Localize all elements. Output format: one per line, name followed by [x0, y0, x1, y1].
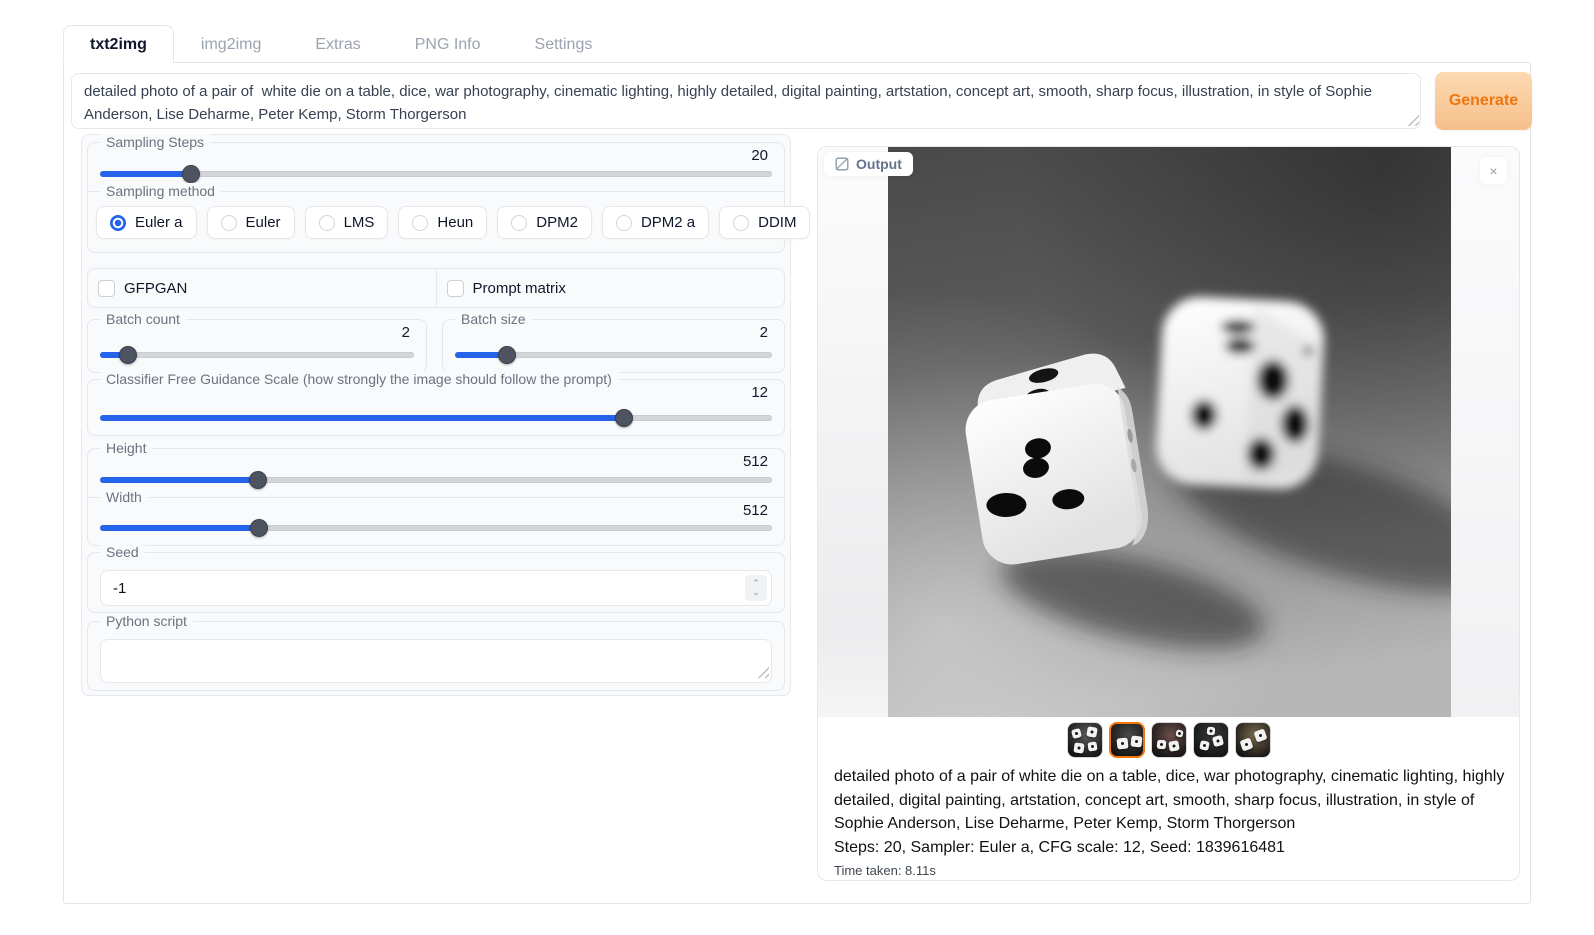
output-tag: Output	[824, 152, 913, 176]
sampler-option-heun[interactable]: Heun	[398, 206, 487, 239]
sampler-option-dpm2-a[interactable]: DPM2 a	[602, 206, 709, 239]
radio-icon[interactable]	[616, 215, 632, 231]
gfpgan-label: GFPGAN	[124, 280, 187, 297]
width-slider[interactable]	[100, 519, 772, 537]
batch-size-value: 2	[760, 324, 768, 341]
tab-png-info[interactable]: PNG Info	[388, 25, 508, 63]
time-taken-text: Time taken: 8.11s	[834, 863, 1510, 878]
batch-size-slider[interactable]	[455, 346, 772, 364]
batch-count-label: Batch count	[100, 311, 186, 327]
tab-txt2img[interactable]: txt2img	[63, 25, 174, 63]
sampler-option-label: DPM2	[536, 214, 578, 231]
sampler-option-label: LMS	[344, 214, 375, 231]
batch-size-group: Batch size 2	[442, 319, 785, 373]
generated-image[interactable]	[888, 147, 1451, 717]
tab-settings[interactable]: Settings	[508, 25, 620, 63]
prompt-matrix-toggle[interactable]: Prompt matrix	[437, 269, 785, 307]
toggles-group: GFPGAN Prompt matrix	[87, 268, 785, 308]
python-script-label: Python script	[100, 613, 193, 629]
result-info: detailed photo of a pair of white die on…	[834, 765, 1510, 878]
width-label: Width	[100, 489, 148, 505]
image-icon	[835, 157, 849, 171]
slider-handle[interactable]	[250, 519, 268, 537]
sampler-option-euler-a[interactable]: Euler a	[96, 206, 197, 239]
batch-count-slider[interactable]	[100, 346, 414, 364]
output-label: Output	[856, 156, 902, 172]
sampler-option-label: Euler	[246, 214, 281, 231]
tab-img2img[interactable]: img2img	[174, 25, 288, 63]
radio-icon[interactable]	[511, 215, 527, 231]
height-value: 512	[743, 453, 768, 470]
sampler-option-label: DPM2 a	[641, 214, 695, 231]
sampler-option-label: Heun	[437, 214, 473, 231]
seed-label: Seed	[100, 544, 145, 560]
cfg-scale-group: Classifier Free Guidance Scale (how stro…	[87, 379, 785, 436]
gallery-thumbnail-5[interactable]	[1235, 722, 1271, 758]
gfpgan-toggle[interactable]: GFPGAN	[88, 269, 437, 307]
gallery-thumbnail-2-selected[interactable]	[1109, 722, 1145, 758]
sampler-option-ddim[interactable]: DDIM	[719, 206, 810, 239]
cfg-scale-slider[interactable]	[100, 409, 772, 427]
sampler-option-lms[interactable]: LMS	[305, 206, 389, 239]
close-icon[interactable]: ×	[1480, 157, 1507, 184]
generate-button[interactable]: Generate	[1435, 72, 1532, 130]
result-params-text: Steps: 20, Sampler: Euler a, CFG scale: …	[834, 836, 1510, 860]
slider-handle[interactable]	[182, 165, 200, 183]
sampling-method-options: Euler aEulerLMSHeunDPM2DPM2 aDDIMPLMS	[96, 206, 914, 239]
gallery-padding-right	[1451, 147, 1519, 717]
seed-spinner[interactable]: ⌃ ⌄	[745, 575, 767, 601]
prompt-matrix-checkbox[interactable]	[447, 280, 464, 297]
width-value: 512	[743, 502, 768, 519]
sampling-method-group: Sampling method Euler aEulerLMSHeunDPM2D…	[87, 191, 785, 253]
width-group: Width 512	[87, 497, 785, 546]
sampler-option-label: Euler a	[135, 214, 183, 231]
sampler-option-dpm2[interactable]: DPM2	[497, 206, 592, 239]
sampling-steps-value: 20	[751, 147, 768, 164]
radio-checked-icon[interactable]	[110, 215, 126, 231]
slider-handle[interactable]	[615, 409, 633, 427]
height-slider[interactable]	[100, 471, 772, 489]
radio-icon[interactable]	[319, 215, 335, 231]
batch-size-label: Batch size	[455, 311, 532, 327]
gallery-thumbnail-3[interactable]	[1151, 722, 1187, 758]
python-script-input[interactable]	[100, 639, 772, 683]
height-label: Height	[100, 440, 152, 456]
seed-input[interactable]	[100, 570, 772, 606]
tab-bar: txt2imgimg2imgExtrasPNG InfoSettings	[63, 25, 619, 63]
cfg-scale-value: 12	[751, 384, 768, 401]
slider-handle[interactable]	[498, 346, 516, 364]
radio-icon[interactable]	[733, 215, 749, 231]
python-script-group: Python script	[87, 621, 785, 691]
output-panel: Output × detailed photo of a pair of whi…	[817, 146, 1520, 881]
slider-handle[interactable]	[249, 471, 267, 489]
result-prompt-text: detailed photo of a pair of white die on…	[834, 765, 1510, 836]
spinner-down-icon[interactable]: ⌄	[752, 588, 760, 597]
controls-panel: Sampling Steps 20 Sampling method Euler …	[81, 134, 791, 696]
cfg-scale-label: Classifier Free Guidance Scale (how stro…	[100, 371, 618, 387]
sampler-option-euler[interactable]: Euler	[207, 206, 295, 239]
txt2img-panel: detailed photo of a pair of white die on…	[63, 62, 1531, 904]
sampling-steps-label: Sampling Steps	[100, 134, 210, 150]
gallery-thumbnail-1[interactable]	[1067, 722, 1103, 758]
sampling-steps-slider[interactable]	[100, 165, 772, 183]
batch-count-group: Batch count 2	[87, 319, 427, 373]
gallery-padding-left	[818, 147, 888, 717]
radio-icon[interactable]	[221, 215, 237, 231]
prompt-matrix-label: Prompt matrix	[473, 280, 566, 297]
gallery-thumbnail-4[interactable]	[1193, 722, 1229, 758]
height-group: Height 512	[87, 448, 785, 498]
batch-row: Batch count 2 Batch size 2	[87, 319, 785, 373]
image-gallery	[818, 147, 1519, 717]
batch-count-value: 2	[402, 324, 410, 341]
slider-handle[interactable]	[119, 346, 137, 364]
prompt-input[interactable]: detailed photo of a pair of white die on…	[71, 73, 1421, 129]
tab-extras[interactable]: Extras	[288, 25, 387, 63]
sampling-method-label: Sampling method	[100, 183, 221, 199]
gfpgan-checkbox[interactable]	[98, 280, 115, 297]
seed-group: Seed ⌃ ⌄	[87, 552, 785, 613]
radio-icon[interactable]	[412, 215, 428, 231]
sampler-option-label: DDIM	[758, 214, 796, 231]
thumbnail-row	[818, 722, 1519, 758]
